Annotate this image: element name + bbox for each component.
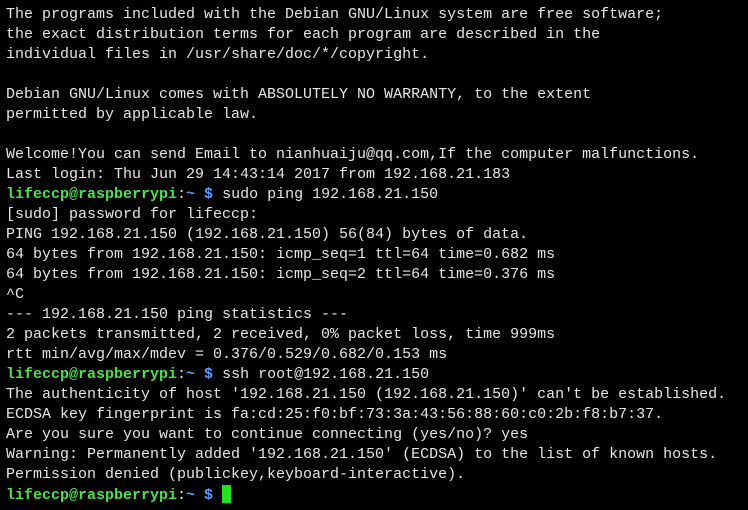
output-line: Last login: Thu Jun 29 14:43:14 2017 fro… bbox=[6, 166, 511, 183]
prompt-colon: : bbox=[177, 366, 187, 383]
prompt-line: lifeccp@raspberrypi:~ $ ssh root@192.168… bbox=[6, 365, 726, 385]
output-line: 64 bytes from 192.168.21.150: icmp_seq=2… bbox=[6, 266, 556, 283]
cursor bbox=[222, 485, 232, 503]
output-line: permitted by applicable law. bbox=[6, 106, 259, 123]
prompt-path: ~ $ bbox=[186, 487, 214, 504]
output-line: Are you sure you want to continue connec… bbox=[6, 426, 529, 443]
output-line: individual files in /usr/share/doc/*/cop… bbox=[6, 46, 430, 63]
output-line: Permission denied (publickey,keyboard-in… bbox=[6, 466, 466, 483]
output-line: ^C bbox=[6, 286, 25, 303]
output-line: [sudo] password for lifeccp: bbox=[6, 206, 259, 223]
prompt-line: lifeccp@raspberrypi:~ $ sudo ping 192.16… bbox=[6, 185, 726, 205]
prompt-colon: : bbox=[177, 487, 187, 504]
prompt-path: ~ $ bbox=[186, 366, 214, 383]
prompt-path: ~ $ bbox=[186, 186, 214, 203]
prompt-user-host: lifeccp@raspberrypi bbox=[6, 487, 178, 504]
output-line: rtt min/avg/max/mdev = 0.376/0.529/0.682… bbox=[6, 346, 448, 363]
terminal-output[interactable]: The programs included with the Debian GN… bbox=[6, 5, 726, 505]
output-line: 64 bytes from 192.168.21.150: icmp_seq=1… bbox=[6, 246, 556, 263]
command-text bbox=[213, 487, 222, 504]
output-line: Warning: Permanently added '192.168.21.1… bbox=[6, 446, 718, 463]
output-line: The programs included with the Debian GN… bbox=[6, 6, 664, 23]
prompt-user-host: lifeccp@raspberrypi bbox=[6, 366, 178, 383]
prompt-line: lifeccp@raspberrypi:~ $ bbox=[6, 485, 726, 505]
prompt-user-host: lifeccp@raspberrypi bbox=[6, 186, 178, 203]
prompt-colon: : bbox=[177, 186, 187, 203]
output-line: ECDSA key fingerprint is fa:cd:25:f0:bf:… bbox=[6, 406, 664, 423]
output-line: PING 192.168.21.150 (192.168.21.150) 56(… bbox=[6, 226, 529, 243]
output-line: Debian GNU/Linux comes with ABSOLUTELY N… bbox=[6, 86, 592, 103]
output-line: The authenticity of host '192.168.21.150… bbox=[6, 386, 727, 403]
command-text: sudo ping 192.168.21.150 bbox=[213, 186, 439, 203]
output-line: Welcome!You can send Email to nianhuaiju… bbox=[6, 146, 700, 163]
output-line: --- 192.168.21.150 ping statistics --- bbox=[6, 306, 349, 323]
output-line: 2 packets transmitted, 2 received, 0% pa… bbox=[6, 326, 556, 343]
output-line: the exact distribution terms for each pr… bbox=[6, 26, 601, 43]
command-text: ssh root@192.168.21.150 bbox=[213, 366, 430, 383]
